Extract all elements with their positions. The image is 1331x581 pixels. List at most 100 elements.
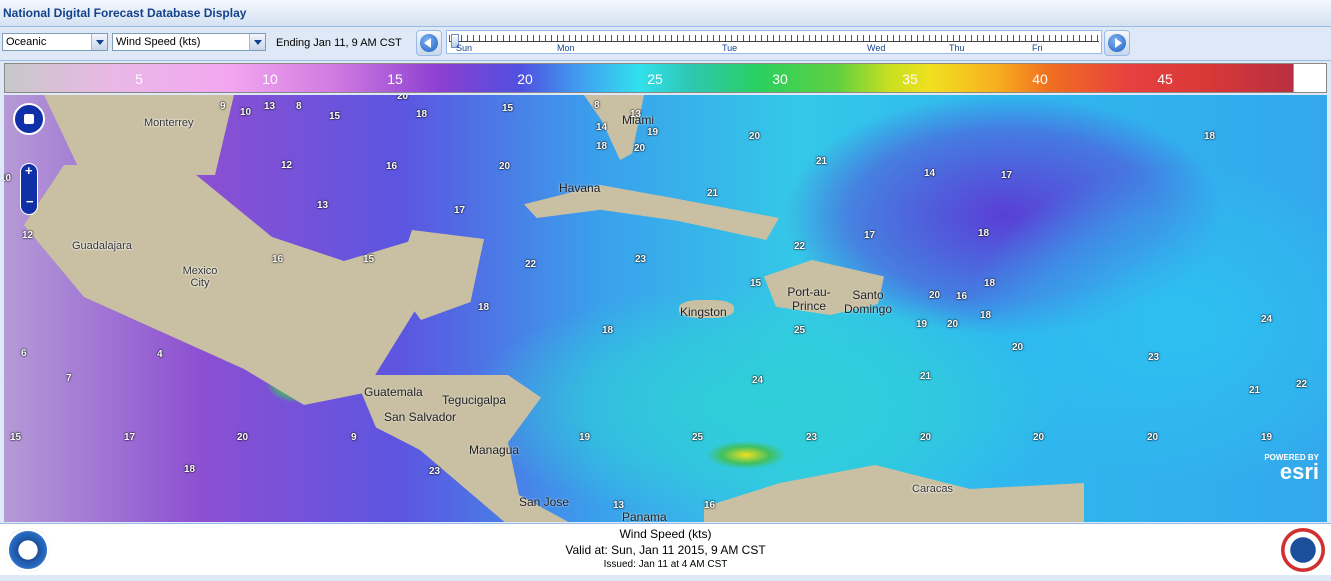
wind-value: 23	[1148, 352, 1160, 363]
app-title: National Digital Forecast Database Displ…	[3, 6, 247, 20]
wind-value: 9	[220, 101, 226, 112]
wind-value: 13	[613, 500, 625, 511]
esri-logo: POWERED BY esri	[1264, 453, 1319, 484]
wind-value: 18	[984, 278, 996, 289]
ending-time-label: Ending Jan 11, 9 AM CST	[276, 37, 402, 49]
wind-value: 21	[816, 156, 828, 167]
wind-value: 15	[329, 111, 341, 122]
wind-value: 20	[1147, 432, 1159, 443]
city-label: Kingston	[680, 305, 727, 319]
chevron-down-icon[interactable]	[249, 34, 265, 50]
toolbar: Oceanic Wind Speed (kts) Ending Jan 11, …	[0, 27, 1331, 61]
footer-title: Wind Speed (kts)	[619, 527, 712, 541]
city-label: Mexico City	[182, 265, 218, 289]
wind-value: 18	[980, 310, 992, 321]
wind-value: 20	[1012, 342, 1024, 353]
wind-value: 24	[752, 375, 764, 386]
wind-value: 13	[264, 101, 276, 112]
wind-value: 15	[502, 103, 514, 114]
wind-value: 24	[1261, 314, 1273, 325]
wind-value: 7	[66, 373, 72, 384]
wind-value: 4	[157, 349, 163, 360]
wind-value: 17	[454, 205, 466, 216]
esri-wordmark: esri	[1279, 459, 1319, 484]
wind-value: 22	[794, 241, 806, 252]
wind-value: 14	[924, 168, 936, 179]
zoom-out-icon[interactable]: −	[26, 194, 34, 209]
city-label: Guatemala	[364, 385, 423, 399]
wind-value: 15	[750, 278, 762, 289]
wind-value: 20	[237, 432, 249, 443]
nws-logo	[1281, 528, 1325, 572]
day-label: Wed	[867, 43, 886, 53]
element-select-value: Wind Speed (kts)	[116, 36, 201, 48]
land-mexico	[24, 165, 424, 405]
wind-value: 23	[429, 466, 441, 477]
valid-time: Valid at: Sun, Jan 11 2015, 9 AM CST	[565, 543, 766, 557]
arrow-right-icon	[1108, 34, 1126, 52]
day-label: Thu	[949, 43, 965, 53]
previous-time-button[interactable]	[416, 30, 442, 56]
wind-value: 20	[929, 290, 941, 301]
wind-value: 19	[1261, 432, 1273, 443]
wind-value: 13	[317, 200, 329, 211]
title-bar: National Digital Forecast Database Displ…	[0, 0, 1331, 27]
footer: Wind Speed (kts) Valid at: Sun, Jan 11 2…	[0, 523, 1331, 576]
scale-label: 35	[902, 71, 918, 87]
city-label: Panama	[622, 510, 667, 522]
zoom-in-icon[interactable]: +	[25, 163, 33, 178]
wind-value: 9	[351, 432, 357, 443]
color-scale-legend: 5 10 15 20 25 30 35 40 45	[4, 63, 1327, 93]
city-label: Monterrey	[144, 117, 194, 129]
wind-value: 18	[1204, 131, 1216, 142]
wind-value: 19	[579, 432, 591, 443]
next-time-button[interactable]	[1104, 30, 1130, 56]
region-select-value: Oceanic	[6, 36, 47, 48]
wind-value: 19	[647, 127, 659, 138]
region-select[interactable]: Oceanic	[2, 33, 108, 51]
wind-value: 21	[920, 371, 932, 382]
wind-value: 17	[1001, 170, 1013, 181]
scale-label: 20	[517, 71, 533, 87]
wind-value: 21	[1249, 385, 1261, 396]
wind-value: 15	[10, 432, 22, 443]
city-label: Caracas	[912, 483, 953, 495]
wind-value: 16	[272, 254, 284, 265]
wind-value: 20	[749, 131, 761, 142]
chevron-down-icon[interactable]	[91, 34, 107, 50]
wind-value: 23	[806, 432, 818, 443]
day-label: Fri	[1032, 43, 1043, 53]
wind-speed-map[interactable]: + − Monterrey Guadalajara Mexico City Ha…	[4, 95, 1327, 522]
wind-value: 20	[634, 143, 646, 154]
scale-label: 30	[772, 71, 788, 87]
pan-control[interactable]	[13, 103, 45, 135]
wind-value: 14	[596, 122, 608, 133]
wind-value: 20	[947, 319, 959, 330]
wind-value: 16	[956, 291, 968, 302]
scale-label: 45	[1157, 71, 1173, 87]
wind-value: 18	[184, 464, 196, 475]
scale-label: 10	[262, 71, 278, 87]
wind-value: 13	[630, 109, 642, 120]
wind-value: 19	[916, 319, 928, 330]
wind-value: 12	[281, 160, 293, 171]
time-slider[interactable]: Sun Mon Tue Wed Thu Fri	[446, 30, 1102, 54]
city-label: Port-au-Prince	[787, 285, 831, 313]
time-axis	[449, 41, 1099, 42]
wind-value: 6	[21, 348, 27, 359]
city-label: Guadalajara	[72, 240, 132, 252]
element-select[interactable]: Wind Speed (kts)	[112, 33, 266, 51]
wind-value: 22	[1296, 379, 1308, 390]
bottom-bar	[0, 575, 1331, 581]
zoom-control[interactable]: + −	[20, 163, 38, 215]
scale-label: 40	[1032, 71, 1048, 87]
city-label: Santo Domingo	[843, 288, 893, 316]
issued-time: Issued: Jan 11 at 4 AM CST	[603, 559, 728, 570]
wind-value: 22	[525, 259, 537, 270]
city-label: Tegucigalpa	[442, 393, 507, 407]
city-label: San Jose	[519, 495, 570, 509]
land-south-america	[704, 465, 1084, 522]
wind-value: 10	[240, 107, 252, 118]
wind-value: 20	[499, 161, 511, 172]
land-mexico-north	[44, 95, 234, 175]
